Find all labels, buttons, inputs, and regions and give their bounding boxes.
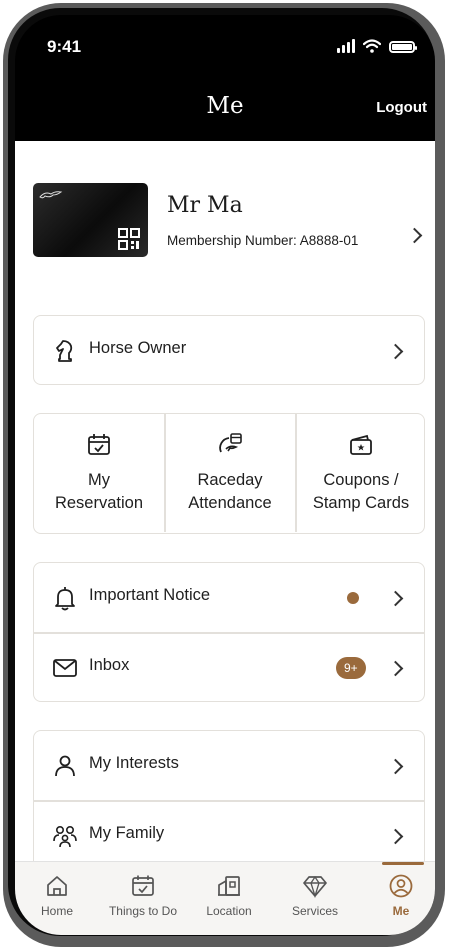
coupons-stamp-cards-button[interactable]: Coupons / Stamp Cards bbox=[296, 414, 426, 532]
quick-actions-card: My Reservation Raceday Attendance Coupon… bbox=[33, 413, 425, 534]
home-icon bbox=[47, 876, 67, 896]
diamond-icon bbox=[303, 875, 327, 898]
horse-knight-icon bbox=[56, 340, 73, 362]
chevron-right-icon bbox=[387, 590, 404, 607]
battery-icon bbox=[389, 41, 417, 53]
person-icon bbox=[55, 755, 75, 777]
tab-label: Home bbox=[40, 904, 73, 918]
page-title: Me bbox=[206, 93, 244, 119]
status-icons bbox=[337, 39, 417, 53]
member-name: Mr Ma bbox=[167, 193, 243, 218]
chevron-right-icon bbox=[387, 828, 404, 845]
my-family-label: My Family bbox=[89, 824, 165, 842]
raceday-attendance-button[interactable]: Raceday Attendance bbox=[165, 414, 295, 532]
logout-button[interactable]: Logout bbox=[376, 99, 427, 116]
tab-me[interactable]: Me bbox=[359, 862, 435, 935]
tab-things-to-do[interactable]: Things to Do bbox=[101, 862, 185, 935]
chevron-right-icon bbox=[387, 343, 404, 360]
wifi-icon bbox=[363, 39, 381, 53]
status-bar: 9:41 bbox=[15, 15, 435, 85]
notifications-card: Important Notice Inbox 9+ bbox=[33, 562, 425, 702]
horse-logo-icon bbox=[39, 191, 63, 199]
my-interests-row[interactable]: My Interests bbox=[34, 731, 424, 801]
location-building-icon bbox=[218, 876, 240, 896]
inbox-label: Inbox bbox=[89, 656, 130, 674]
chevron-right-icon bbox=[387, 758, 404, 775]
my-reservation-label: My Reservation bbox=[54, 471, 144, 512]
tab-services[interactable]: Services bbox=[273, 862, 357, 935]
envelope-icon bbox=[53, 659, 77, 677]
tab-label: Me bbox=[392, 904, 410, 918]
chevron-right-icon bbox=[387, 660, 404, 677]
tab-label: Location bbox=[206, 904, 252, 918]
my-interests-label: My Interests bbox=[89, 754, 179, 772]
coupon-wallet-icon bbox=[350, 434, 372, 455]
unread-count-badge: 9+ bbox=[336, 657, 366, 679]
qr-code-icon bbox=[118, 228, 140, 250]
inbox-row[interactable]: Inbox 9+ bbox=[34, 633, 424, 703]
unread-dot bbox=[347, 592, 359, 604]
important-notice-row[interactable]: Important Notice bbox=[34, 563, 424, 633]
horse-owner-card[interactable]: Horse Owner bbox=[33, 315, 425, 385]
family-icon bbox=[53, 825, 77, 848]
user-circle-icon bbox=[389, 874, 413, 898]
main-content: Mr Ma Membership Number: A8888-01 Horse … bbox=[15, 141, 435, 890]
coupons-stamp-cards-label: Coupons / Stamp Cards bbox=[312, 471, 410, 512]
tab-bar: Home Things to Do Location Services Me bbox=[15, 861, 435, 935]
phone-screen: 9:41 Me Logout Mr Ma Membership Number: … bbox=[15, 15, 435, 935]
membership-number: Membership Number: A8888-01 bbox=[167, 233, 359, 248]
tab-label: Things to Do bbox=[108, 904, 178, 918]
tab-location[interactable]: Location bbox=[187, 862, 271, 935]
header-bar: Me Logout bbox=[15, 85, 435, 141]
calendar-check-icon bbox=[88, 434, 110, 455]
important-notice-label: Important Notice bbox=[89, 586, 211, 604]
signal-icon bbox=[337, 39, 355, 53]
raceday-attendance-label: Raceday Attendance bbox=[188, 471, 272, 512]
raceday-gauge-icon bbox=[219, 433, 242, 453]
bell-icon bbox=[55, 587, 75, 611]
my-reservation-button[interactable]: My Reservation bbox=[34, 414, 164, 532]
calendar-icon bbox=[132, 875, 154, 896]
horse-owner-label: Horse Owner bbox=[89, 339, 187, 357]
tab-home[interactable]: Home bbox=[15, 862, 99, 935]
status-time: 9:41 bbox=[47, 37, 82, 56]
tab-label: Services bbox=[291, 904, 338, 918]
horse-owner-row[interactable]: Horse Owner bbox=[34, 316, 424, 386]
membership-card-image bbox=[33, 183, 148, 257]
chevron-right-icon bbox=[406, 227, 423, 244]
